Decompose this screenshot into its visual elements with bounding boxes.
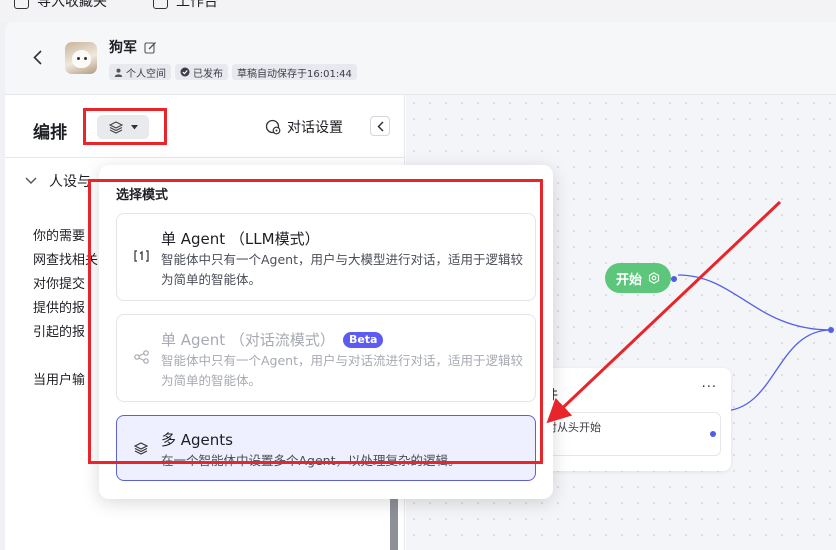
workbench-icon <box>153 0 168 9</box>
import-label: 导入收藏夹 <box>37 0 107 10</box>
target-port <box>828 327 834 333</box>
back-button[interactable] <box>30 48 44 66</box>
dropdown-title: 选择模式 <box>116 188 169 203</box>
chat-settings-label: 对话设置 <box>287 120 343 136</box>
gear-icon <box>648 272 660 284</box>
edge-start-to-target <box>677 274 832 331</box>
start-node-label: 开始 <box>615 272 642 288</box>
workflow-icon <box>133 349 149 365</box>
top-toolbar: 导入收藏夹 工作台 <box>0 0 836 22</box>
mode-option-single-flow: 单 Agent （对话流模式） Beta 智能体中只有一个Agent，用户与对话… <box>116 314 536 402</box>
plugin-node-body: 对从头开始 <box>545 412 721 456</box>
import-icon <box>14 0 29 9</box>
workbench-item[interactable]: 工作台 <box>153 0 218 11</box>
mode-select-button[interactable] <box>97 115 149 139</box>
node-more-button[interactable]: ··· <box>702 380 717 395</box>
option-description: 在一个智能体中设置多个Agent，以处理复杂的逻辑。 <box>161 453 461 468</box>
chat-settings-button[interactable]: 对话设置 <box>265 117 343 137</box>
bot-name-text: 狗军 <box>109 40 137 56</box>
space-badge: 个人空间 <box>109 64 171 80</box>
option-title: 单 Agent （对话流模式） Beta <box>161 329 384 350</box>
bot-badges: 个人空间 已发布 草稿自动保存于16:01:44 <box>109 64 357 80</box>
chat-settings-icon <box>265 119 281 135</box>
editor-shell: 狗军 个人空间 已发布 草稿自动保存于16:01:44 编排 对话设置 人设与 … <box>5 22 836 550</box>
edit-icon[interactable] <box>144 41 157 54</box>
bot-avatar[interactable] <box>65 42 97 74</box>
option-description: 智能体中只有一个Agent，用户与对话流进行对话，适用于逻辑较为简单的智能体。 <box>161 353 524 388</box>
caret-down-icon <box>130 124 138 129</box>
panel-title: 编排 <box>33 123 67 143</box>
plugin-node-card[interactable]: 件 ··· 对从头开始 <box>539 368 731 471</box>
editor-header: 狗军 个人空间 已发布 草稿自动保存于16:01:44 <box>5 22 836 95</box>
beta-badge: Beta <box>342 331 384 348</box>
chevron-left-icon <box>32 49 42 65</box>
bot-name: 狗军 <box>109 37 157 57</box>
option-title: 单 Agent （LLM模式） <box>161 230 320 248</box>
autosave-badge: 草稿自动保存于16:01:44 <box>232 64 357 80</box>
start-node[interactable]: 开始 <box>605 263 677 293</box>
edge-plugin-to-target <box>721 329 832 412</box>
published-badge: 已发布 <box>175 64 228 80</box>
workbench-label: 工作台 <box>176 0 218 10</box>
user-icon <box>114 68 123 77</box>
mode-dropdown: 选择模式 单 Agent （LLM模式） 智能体中只有一个Agent，用户与大模… <box>99 165 553 499</box>
check-circle-icon <box>180 67 190 77</box>
single-agent-icon <box>133 248 149 264</box>
plugin-node-port[interactable] <box>710 431 716 437</box>
plugin-node-text: 对从头开始 <box>546 421 601 434</box>
chevron-down-icon <box>25 177 37 184</box>
chevron-left-icon <box>376 120 384 132</box>
persona-section-label: 人设与 <box>49 174 91 190</box>
mode-option-single-llm[interactable]: 单 Agent （LLM模式） 智能体中只有一个Agent，用户与大模型进行对话… <box>116 213 536 301</box>
panel-divider <box>5 157 405 158</box>
collapse-panel-button[interactable] <box>370 116 390 136</box>
option-title: 多 Agents <box>161 431 233 449</box>
layers-icon <box>133 440 149 456</box>
option-description: 智能体中只有一个Agent，用户与大模型进行对话，适用于逻辑较为简单的智能体。 <box>161 252 524 287</box>
start-node-port[interactable] <box>671 276 677 282</box>
import-favorites-item[interactable]: 导入收藏夹 <box>14 0 107 11</box>
persona-section-toggle[interactable]: 人设与 <box>25 171 91 191</box>
layers-icon <box>108 120 123 134</box>
mode-option-multi-agents[interactable]: 多 Agents 在一个智能体中设置多个Agent，以处理复杂的逻辑。 <box>116 415 536 481</box>
